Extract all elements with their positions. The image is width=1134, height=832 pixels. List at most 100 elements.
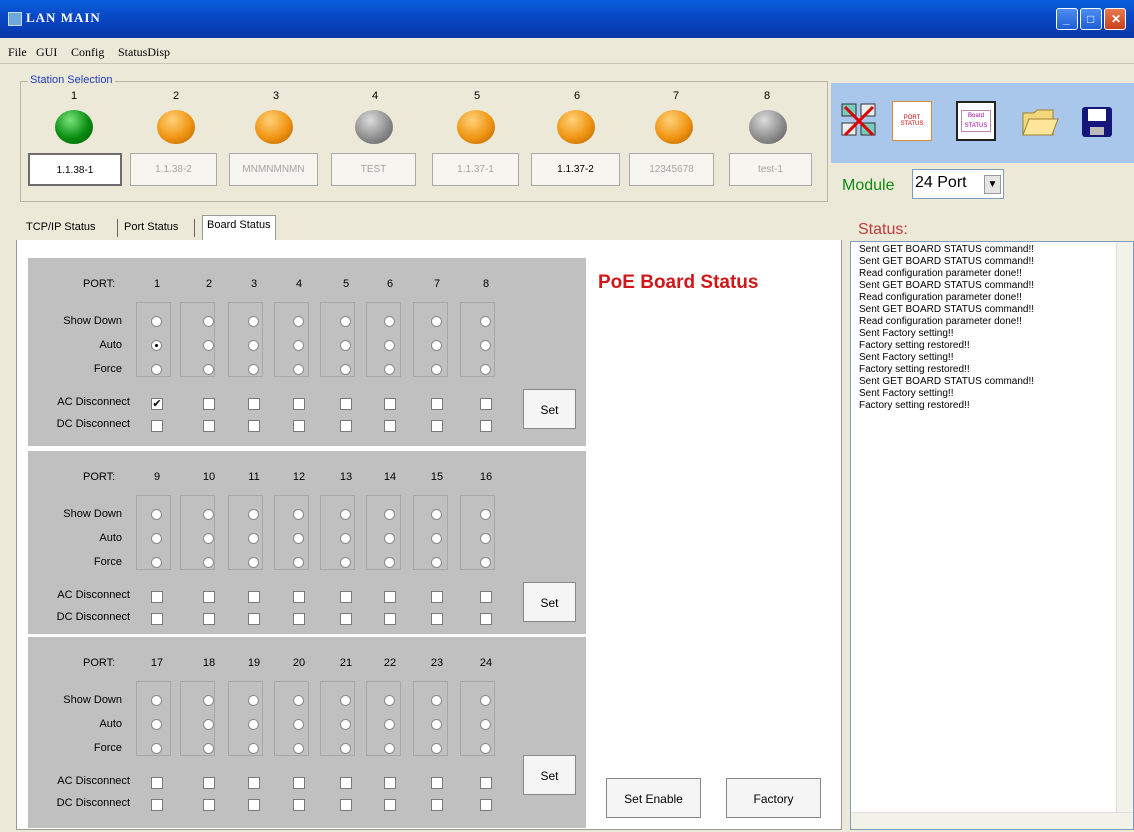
mode-radio[interactable] bbox=[203, 743, 214, 754]
dc-disconnect-checkbox[interactable] bbox=[340, 613, 352, 625]
menu-file[interactable]: File bbox=[8, 45, 27, 60]
port-status-button[interactable]: PORT STATUS bbox=[892, 101, 932, 141]
ac-disconnect-checkbox[interactable] bbox=[293, 591, 305, 603]
ac-disconnect-checkbox[interactable] bbox=[384, 777, 396, 789]
station-button[interactable]: 1.1.37-2 bbox=[531, 153, 620, 186]
station-button[interactable]: 1.1.38-2 bbox=[130, 153, 217, 186]
mode-radio[interactable] bbox=[151, 340, 162, 351]
ac-disconnect-checkbox[interactable] bbox=[203, 591, 215, 603]
mode-radio[interactable] bbox=[293, 743, 304, 754]
mode-radio[interactable] bbox=[293, 533, 304, 544]
mode-radio[interactable] bbox=[384, 364, 395, 375]
mode-radio[interactable] bbox=[293, 316, 304, 327]
open-folder-button[interactable] bbox=[1020, 101, 1060, 141]
ac-disconnect-checkbox[interactable] bbox=[340, 777, 352, 789]
mode-radio[interactable] bbox=[151, 743, 162, 754]
dc-disconnect-checkbox[interactable] bbox=[203, 420, 215, 432]
ac-disconnect-checkbox[interactable] bbox=[203, 398, 215, 410]
mode-radio[interactable] bbox=[203, 557, 214, 568]
dc-disconnect-checkbox[interactable] bbox=[431, 613, 443, 625]
mode-radio[interactable] bbox=[203, 509, 214, 520]
dc-disconnect-checkbox[interactable] bbox=[480, 420, 492, 432]
mode-radio[interactable] bbox=[480, 695, 491, 706]
menu-gui[interactable]: GUI bbox=[36, 45, 57, 60]
mode-radio[interactable] bbox=[431, 340, 442, 351]
ac-disconnect-checkbox[interactable] bbox=[480, 591, 492, 603]
mode-radio[interactable] bbox=[480, 557, 491, 568]
mode-radio[interactable] bbox=[384, 533, 395, 544]
mode-radio[interactable] bbox=[248, 509, 259, 520]
dc-disconnect-checkbox[interactable] bbox=[384, 799, 396, 811]
ac-disconnect-checkbox[interactable] bbox=[384, 398, 396, 410]
dc-disconnect-checkbox[interactable] bbox=[151, 420, 163, 432]
dc-disconnect-checkbox[interactable] bbox=[480, 799, 492, 811]
station-button[interactable]: 1.1.37-1 bbox=[432, 153, 519, 186]
mode-radio[interactable] bbox=[151, 695, 162, 706]
dc-disconnect-checkbox[interactable] bbox=[480, 613, 492, 625]
mode-radio[interactable] bbox=[384, 743, 395, 754]
mode-radio[interactable] bbox=[203, 316, 214, 327]
dc-disconnect-checkbox[interactable] bbox=[384, 420, 396, 432]
ac-disconnect-checkbox[interactable] bbox=[248, 591, 260, 603]
mode-radio[interactable] bbox=[340, 743, 351, 754]
mode-radio[interactable] bbox=[340, 364, 351, 375]
menu-config[interactable]: Config bbox=[71, 45, 104, 60]
dc-disconnect-checkbox[interactable] bbox=[340, 799, 352, 811]
mode-radio[interactable] bbox=[480, 340, 491, 351]
mode-radio[interactable] bbox=[480, 743, 491, 754]
mode-radio[interactable] bbox=[384, 316, 395, 327]
chevron-down-icon[interactable]: ▼ bbox=[984, 175, 1001, 194]
mode-radio[interactable] bbox=[248, 316, 259, 327]
mode-radio[interactable] bbox=[151, 316, 162, 327]
dc-disconnect-checkbox[interactable] bbox=[151, 613, 163, 625]
tab-tcpip-status[interactable]: TCP/IP Status bbox=[22, 218, 100, 240]
ac-disconnect-checkbox[interactable]: ✔ bbox=[151, 398, 163, 410]
dc-disconnect-checkbox[interactable] bbox=[203, 799, 215, 811]
dc-disconnect-checkbox[interactable] bbox=[431, 799, 443, 811]
close-button[interactable]: ✕ bbox=[1104, 8, 1126, 30]
mode-radio[interactable] bbox=[203, 364, 214, 375]
station-button[interactable]: MNMNMNMN bbox=[229, 153, 318, 186]
station-button[interactable]: test-1 bbox=[729, 153, 812, 186]
mode-radio[interactable] bbox=[480, 509, 491, 520]
station-button[interactable]: 1.1.38-1 bbox=[28, 153, 122, 186]
horizontal-scrollbar[interactable] bbox=[851, 812, 1133, 829]
mode-radio[interactable] bbox=[203, 533, 214, 544]
mode-radio[interactable] bbox=[151, 509, 162, 520]
dc-disconnect-checkbox[interactable] bbox=[431, 420, 443, 432]
mode-radio[interactable] bbox=[431, 533, 442, 544]
mode-radio[interactable] bbox=[293, 695, 304, 706]
mode-radio[interactable] bbox=[340, 557, 351, 568]
mode-radio[interactable] bbox=[431, 557, 442, 568]
mode-radio[interactable] bbox=[480, 364, 491, 375]
menu-statusdisp[interactable]: StatusDisp bbox=[118, 45, 170, 60]
ac-disconnect-checkbox[interactable] bbox=[431, 398, 443, 410]
factory-button[interactable]: Factory bbox=[726, 778, 821, 818]
dc-disconnect-checkbox[interactable] bbox=[293, 420, 305, 432]
ac-disconnect-checkbox[interactable] bbox=[248, 777, 260, 789]
mode-radio[interactable] bbox=[431, 509, 442, 520]
mode-radio[interactable] bbox=[203, 719, 214, 730]
mode-radio[interactable] bbox=[431, 695, 442, 706]
module-select[interactable]: 24 Port ▼ bbox=[912, 169, 1004, 199]
maximize-button[interactable]: □ bbox=[1080, 8, 1102, 30]
mode-radio[interactable] bbox=[248, 743, 259, 754]
mode-radio[interactable] bbox=[384, 695, 395, 706]
mode-radio[interactable] bbox=[248, 719, 259, 730]
station-button[interactable]: TEST bbox=[331, 153, 416, 186]
set-button[interactable]: Set bbox=[523, 755, 576, 795]
dc-disconnect-checkbox[interactable] bbox=[293, 613, 305, 625]
tab-board-status[interactable]: Board Status bbox=[202, 215, 276, 241]
ac-disconnect-checkbox[interactable] bbox=[480, 398, 492, 410]
dc-disconnect-checkbox[interactable] bbox=[248, 613, 260, 625]
mode-radio[interactable] bbox=[480, 316, 491, 327]
ac-disconnect-checkbox[interactable] bbox=[480, 777, 492, 789]
ac-disconnect-checkbox[interactable] bbox=[431, 777, 443, 789]
mode-radio[interactable] bbox=[248, 695, 259, 706]
mode-radio[interactable] bbox=[340, 340, 351, 351]
dc-disconnect-checkbox[interactable] bbox=[293, 799, 305, 811]
mode-radio[interactable] bbox=[248, 364, 259, 375]
ac-disconnect-checkbox[interactable] bbox=[340, 591, 352, 603]
mode-radio[interactable] bbox=[293, 509, 304, 520]
station-button[interactable]: 12345678 bbox=[629, 153, 714, 186]
